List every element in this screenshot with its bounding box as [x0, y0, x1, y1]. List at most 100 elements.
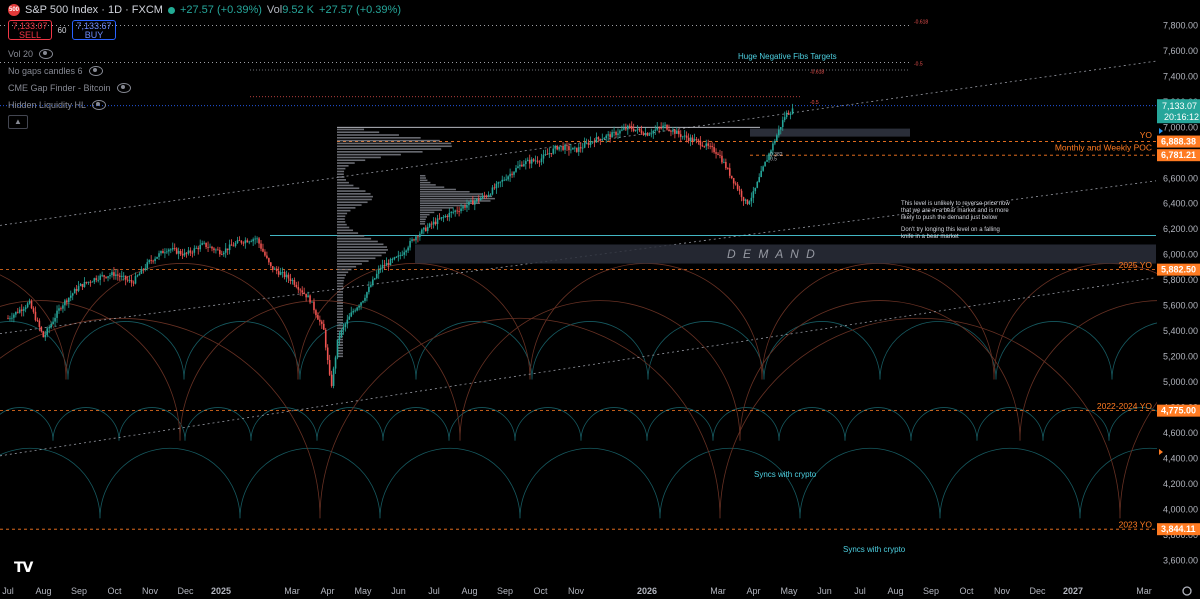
eye-icon[interactable]	[39, 49, 54, 59]
profile-bar	[337, 167, 346, 170]
candle-body	[262, 248, 264, 252]
sell-button[interactable]: 7,133.07 SELL	[8, 20, 52, 40]
candle-body	[217, 249, 219, 251]
candle-body	[11, 317, 13, 319]
candle-body	[332, 368, 335, 386]
candle-body	[334, 357, 337, 369]
eye-icon[interactable]	[116, 83, 131, 93]
candle-body	[736, 184, 739, 190]
profile-bar	[420, 191, 470, 193]
candle-body	[48, 327, 50, 329]
profile-bar	[337, 277, 345, 279]
candle-body	[377, 269, 380, 274]
candle-body	[715, 152, 717, 154]
candle-body	[746, 199, 749, 204]
candle-body	[238, 240, 241, 242]
candle-body	[366, 292, 368, 298]
candle-body	[791, 108, 794, 115]
candle-body	[118, 275, 121, 277]
indicator-row-gaps[interactable]: No gaps candles 6	[8, 63, 401, 79]
collapse-legend-button[interactable]: ▲	[8, 115, 28, 129]
profile-bar	[337, 223, 347, 226]
candle-body	[164, 252, 166, 254]
buy-button[interactable]: 7,133.67 BUY	[72, 20, 116, 40]
candle-body	[101, 275, 103, 277]
candle-body	[322, 323, 325, 330]
candle-body	[491, 187, 494, 195]
candle-body	[46, 328, 49, 335]
level-price-text: 6,781.21	[1161, 150, 1196, 160]
y-tick-label: 5,800.00	[1163, 275, 1198, 285]
profile-bar	[337, 226, 350, 229]
profile-bar	[420, 181, 431, 184]
eye-icon[interactable]	[88, 66, 103, 76]
indicator-row-liquidity[interactable]: Hidden Liquidity HL	[8, 97, 401, 113]
candle-body	[426, 226, 429, 232]
candle-body	[324, 329, 327, 348]
candle-body	[397, 255, 400, 257]
candle-body	[738, 189, 741, 191]
candle-body	[583, 143, 586, 148]
symbol-title[interactable]: S&P 500 Index · 1D · FXCM	[25, 4, 163, 16]
eye-icon[interactable]	[92, 100, 107, 110]
candle-body	[209, 246, 211, 248]
candle-body	[215, 249, 217, 251]
candle-body	[32, 308, 35, 312]
candle-body	[17, 311, 19, 313]
candle-body	[727, 168, 729, 169]
candle-body	[409, 240, 411, 248]
candle-body	[772, 143, 774, 151]
candle-body	[158, 253, 160, 257]
candle-body	[150, 260, 152, 262]
candle-body	[446, 215, 449, 218]
candle-body	[321, 321, 323, 324]
profile-bar	[337, 268, 352, 271]
candle-body	[169, 249, 172, 251]
candle-body	[113, 272, 115, 276]
candle-body	[481, 195, 484, 199]
resistance-box	[750, 128, 910, 137]
profile-bar	[420, 184, 436, 186]
profile-bar	[420, 177, 426, 179]
profile-bar	[337, 263, 362, 265]
profile-bar	[420, 174, 426, 177]
indicator-row-cme[interactable]: CME Gap Finder - Bitcoin	[8, 80, 401, 96]
profile-bar	[420, 200, 491, 202]
candle-body	[222, 252, 225, 255]
profile-bar	[420, 195, 493, 198]
chart-legend: 500 S&P 500 Index · 1D · FXCM +27.57 (+0…	[8, 2, 401, 129]
profile-bar	[337, 293, 344, 296]
spread-value: 60	[57, 25, 67, 35]
level-price-text: 3,844.11	[1161, 524, 1196, 534]
candle-body	[289, 278, 292, 281]
candle-body	[668, 129, 670, 131]
candle-body	[754, 187, 757, 192]
candle-body	[564, 145, 566, 150]
candle-body	[554, 146, 557, 149]
candle-body	[315, 310, 317, 316]
candle-body	[411, 239, 413, 241]
indicator-row-volume[interactable]: Vol 20	[8, 46, 401, 62]
candle-body	[428, 223, 431, 227]
profile-bar	[337, 165, 349, 167]
profile-bar	[337, 221, 346, 223]
candle-body	[472, 200, 474, 205]
candle-body	[562, 145, 564, 150]
candle-body	[595, 137, 598, 143]
candle-body	[470, 200, 472, 202]
profile-bar	[420, 213, 430, 216]
profile-bar	[337, 193, 371, 195]
candle-body	[424, 227, 427, 232]
candle-body	[483, 195, 486, 197]
profile-bar	[337, 204, 362, 206]
candle-body	[144, 268, 147, 270]
candle-body	[52, 321, 54, 324]
profile-bar	[337, 232, 359, 234]
profile-bar	[337, 243, 384, 246]
candle-body	[693, 139, 696, 142]
candle-body	[68, 297, 70, 303]
note-line: This level is unlikely to reverse price …	[901, 201, 1010, 207]
x-tick-label: Jul	[428, 586, 440, 596]
candle-body	[66, 300, 68, 303]
candle-body	[497, 182, 500, 184]
